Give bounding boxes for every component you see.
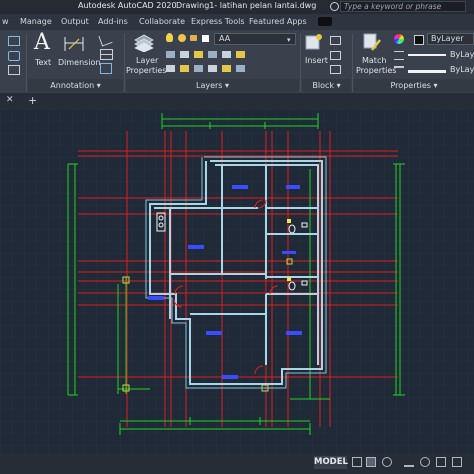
panel-layers[interactable]: Layers ▾ — [126, 79, 299, 92]
panel-separator — [352, 34, 353, 92]
ortho-icon[interactable] — [382, 457, 392, 467]
color-wheel-icon[interactable] — [394, 34, 404, 44]
panel-annotation[interactable]: Annotation ▾ — [28, 79, 123, 92]
drawing-title: Drawing1- latihan pelan lantai.dwg — [176, 1, 317, 10]
sun-icon[interactable] — [178, 34, 186, 42]
markup-icon[interactable] — [100, 63, 112, 74]
layer-dropdown-value: AA — [219, 34, 231, 43]
modify-tool-icon[interactable] — [8, 36, 20, 46]
text-tool-label: Text — [35, 58, 52, 67]
dimension-tool-label: Dimension — [58, 58, 101, 67]
layer-tool-icon[interactable] — [236, 65, 245, 72]
tab-featured-apps[interactable]: Featured Apps — [249, 17, 307, 26]
polar-icon[interactable] — [404, 457, 414, 467]
match-properties-label-1: Match — [362, 56, 387, 65]
chevron-down-icon[interactable]: ▾ — [287, 36, 291, 44]
layer-tool-icon[interactable] — [222, 51, 231, 58]
insert-block-icon[interactable] — [304, 32, 324, 52]
layer-tool-icon[interactable] — [222, 65, 231, 72]
app-title: Autodesk AutoCAD 2020 — [78, 1, 177, 10]
lightbulb-icon[interactable] — [166, 33, 173, 42]
linetype-line[interactable] — [408, 54, 446, 56]
tab-add-ins[interactable]: Add-ins — [98, 17, 128, 26]
color-dropdown[interactable]: ByLayer — [427, 33, 474, 45]
linetype-icon[interactable] — [394, 51, 404, 60]
drawing-canvas[interactable] — [0, 109, 474, 453]
block-tool-icon[interactable] — [330, 51, 341, 60]
dimension-tool-icon[interactable] — [63, 35, 85, 53]
tab-output[interactable]: Output — [61, 17, 89, 26]
document-tabs: ✕ + — [0, 93, 474, 109]
match-properties-icon[interactable] — [362, 32, 382, 52]
grid-display-icon[interactable] — [352, 457, 362, 467]
model-space-button[interactable]: MODEL — [314, 456, 348, 469]
panel-properties[interactable]: Properties ▾ — [354, 79, 474, 92]
lineweight-value[interactable]: ByLayer — [450, 65, 474, 74]
layer-dropdown[interactable]: AA — [214, 33, 296, 45]
tab-manage[interactable]: Manage — [20, 17, 52, 26]
floor-plan-drawing — [0, 109, 474, 453]
layer-tool-icon[interactable] — [194, 51, 203, 58]
layer-tool-icon[interactable] — [236, 51, 245, 58]
panel-separator — [300, 34, 301, 92]
layer-properties-icon[interactable] — [133, 32, 155, 52]
search-icon[interactable] — [330, 2, 339, 11]
layer-properties-label-1: Layer — [136, 56, 159, 65]
status-bar — [0, 453, 474, 474]
copy-tool-icon[interactable] — [8, 65, 20, 75]
layer-tool-icon[interactable] — [166, 65, 175, 72]
block-tool-icon[interactable] — [330, 36, 341, 45]
ribbon-tabs: w Manage Output Add-ins Collaborate Expr… — [0, 14, 474, 30]
snap-mode-icon[interactable] — [366, 457, 376, 467]
layer-tool-icon[interactable] — [194, 65, 203, 72]
layer-tool-icon[interactable] — [208, 51, 217, 58]
text-tool-icon[interactable]: A — [34, 30, 50, 55]
layer-properties-label-2: Properties — [126, 66, 167, 75]
lineweight-icon[interactable] — [394, 66, 404, 75]
panel-block[interactable]: Block ▾ — [302, 79, 351, 92]
layer-tool-icon[interactable] — [180, 65, 189, 72]
linetype-value[interactable]: ByLayer — [450, 50, 474, 59]
color-dropdown-value: ByLayer — [431, 34, 464, 43]
array-tool-icon[interactable] — [8, 51, 20, 61]
block-tool-icon[interactable] — [330, 65, 341, 74]
lock-icon[interactable] — [190, 35, 197, 41]
lineweight-toggle-icon[interactable] — [452, 457, 462, 467]
search-input[interactable]: Type a keyword or phrase — [340, 1, 466, 12]
insert-label: Insert — [305, 56, 328, 65]
ribbon-toggle-icon[interactable] — [318, 17, 332, 26]
tab-collaborate[interactable]: Collaborate — [139, 17, 185, 26]
tab-view[interactable]: w — [2, 17, 9, 26]
match-properties-label-2: Properties — [356, 66, 397, 75]
color-swatch-icon[interactable] — [202, 35, 209, 42]
table-icon[interactable] — [100, 49, 113, 60]
title-bar: Autodesk AutoCAD 2020 Drawing1- latihan … — [0, 0, 474, 14]
new-tab-icon[interactable]: + — [28, 94, 37, 107]
layer-tool-icon[interactable] — [166, 51, 175, 58]
tab-express-tools[interactable]: Express Tools — [191, 17, 245, 26]
layer-tool-icon[interactable] — [180, 51, 189, 58]
close-icon[interactable]: ✕ — [6, 95, 14, 105]
panel-separator — [124, 34, 125, 92]
layer-tool-icon[interactable] — [208, 65, 217, 72]
otrack-icon[interactable] — [436, 457, 446, 467]
lineweight-line[interactable] — [408, 70, 446, 73]
color-swatch-icon[interactable] — [414, 35, 424, 45]
panel-separator — [26, 34, 27, 92]
osnap-icon[interactable] — [420, 457, 430, 467]
